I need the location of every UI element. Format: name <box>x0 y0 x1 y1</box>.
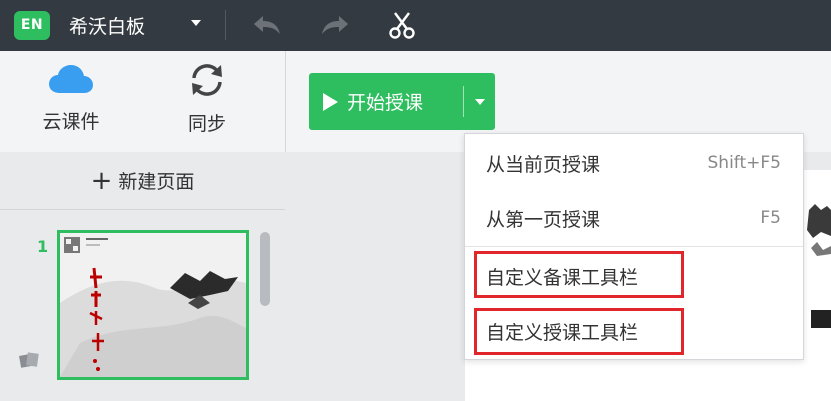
scissors-icon[interactable] <box>385 10 419 40</box>
redo-icon[interactable] <box>318 10 352 40</box>
start-lesson-label: 开始授课 <box>347 92 424 114</box>
plus-icon: + <box>90 165 113 196</box>
menu-item-shortcut: F5 <box>760 208 781 228</box>
highlight-box <box>474 251 684 298</box>
menu-item-start-from-first[interactable]: 从第一页授课 F5 <box>465 191 803 245</box>
menu-item-label: 从第一页授课 <box>486 208 601 231</box>
app-title[interactable]: 希沃白板 <box>69 12 145 39</box>
sync-button[interactable]: 同步 <box>167 63 247 136</box>
new-page-label: 新建页面 <box>118 171 195 193</box>
title-bar: EN 希沃白板 <box>0 0 831 51</box>
new-page-button[interactable]: + 新建页面 <box>0 152 285 209</box>
cloud-courseware-button[interactable]: 云课件 <box>31 63 111 134</box>
highlight-box <box>474 308 684 355</box>
sync-label: 同步 <box>187 113 226 135</box>
start-lesson-button[interactable]: 开始授课 <box>309 73 495 130</box>
menu-divider <box>465 246 803 247</box>
chevron-down-icon[interactable] <box>191 20 201 26</box>
sync-icon <box>192 64 222 96</box>
start-lesson-dropdown-toggle[interactable] <box>464 73 495 130</box>
play-icon <box>323 92 338 111</box>
page-list-scrollbar[interactable] <box>260 232 270 306</box>
page-number: 1 <box>37 237 49 256</box>
start-lesson-main[interactable]: 开始授课 <box>309 73 461 130</box>
left-toolbar: 云课件 同步 <box>0 51 285 152</box>
chevron-down-icon <box>474 98 485 105</box>
menu-item-start-from-current[interactable]: 从当前页授课 Shift+F5 <box>465 136 803 190</box>
cloud-courseware-label: 云课件 <box>42 111 100 133</box>
page-thumbnail[interactable] <box>57 230 249 380</box>
menu-item-label: 从当前页授课 <box>486 153 601 176</box>
menu-item-shortcut: Shift+F5 <box>707 153 781 173</box>
thumbnail-image <box>60 233 246 377</box>
undo-icon[interactable] <box>250 10 284 40</box>
app-logo: EN <box>14 11 50 40</box>
cloud-icon <box>49 65 93 93</box>
panel-divider <box>0 209 285 210</box>
title-divider <box>225 10 226 40</box>
pages-stack-icon[interactable] <box>18 350 42 370</box>
